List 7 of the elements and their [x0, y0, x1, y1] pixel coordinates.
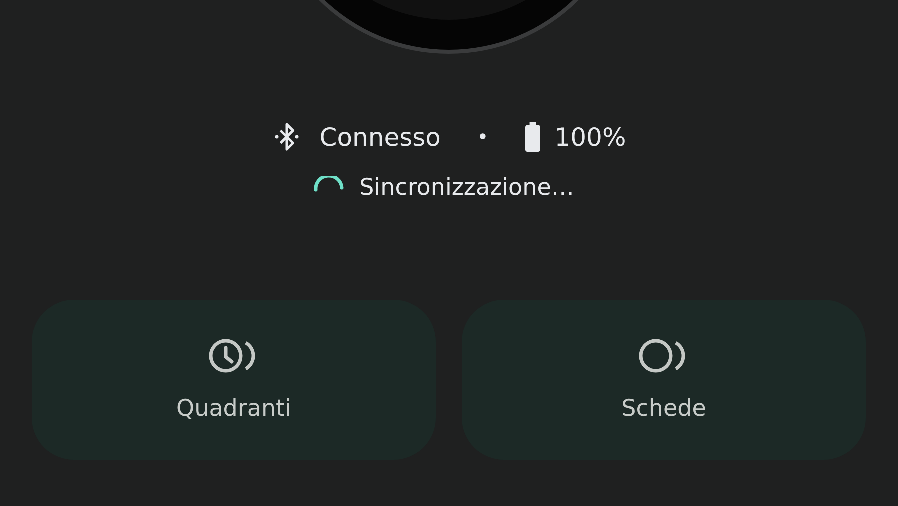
- shortcut-card[interactable]: Quadranti: [32, 300, 436, 460]
- shortcut-card[interactable]: Schede: [462, 300, 866, 460]
- sync-status: Sincronizzazione…: [360, 175, 574, 201]
- battery-level: 100%: [554, 122, 626, 152]
- battery-icon: [524, 122, 541, 152]
- separator-dot: •: [476, 125, 489, 149]
- connection-status: Connesso: [320, 122, 441, 152]
